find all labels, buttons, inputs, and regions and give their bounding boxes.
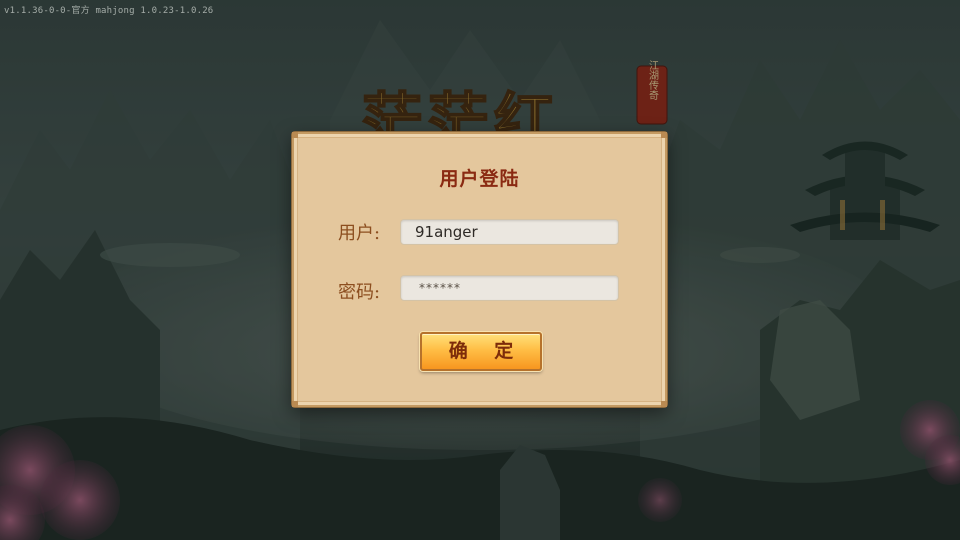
username-input[interactable]: 91anger [400, 219, 619, 245]
dialog-corner [661, 132, 667, 138]
password-label: 密码: [338, 282, 381, 303]
dialog-corner [661, 401, 667, 407]
dialog-corner [292, 401, 298, 407]
password-input[interactable]: ****** [400, 275, 619, 301]
dialog-corner [292, 132, 298, 138]
username-label: 用户: [338, 223, 381, 244]
confirm-button[interactable]: 确 定 [420, 332, 542, 371]
login-dialog: 用户登陆 用户: 91anger 密码: ****** 确 定 [292, 132, 667, 407]
version-text: v1.1.36-0-0-官方 mahjong 1.0.23-1.0.26 [4, 6, 214, 16]
dialog-title: 用户登陆 [439, 168, 520, 190]
